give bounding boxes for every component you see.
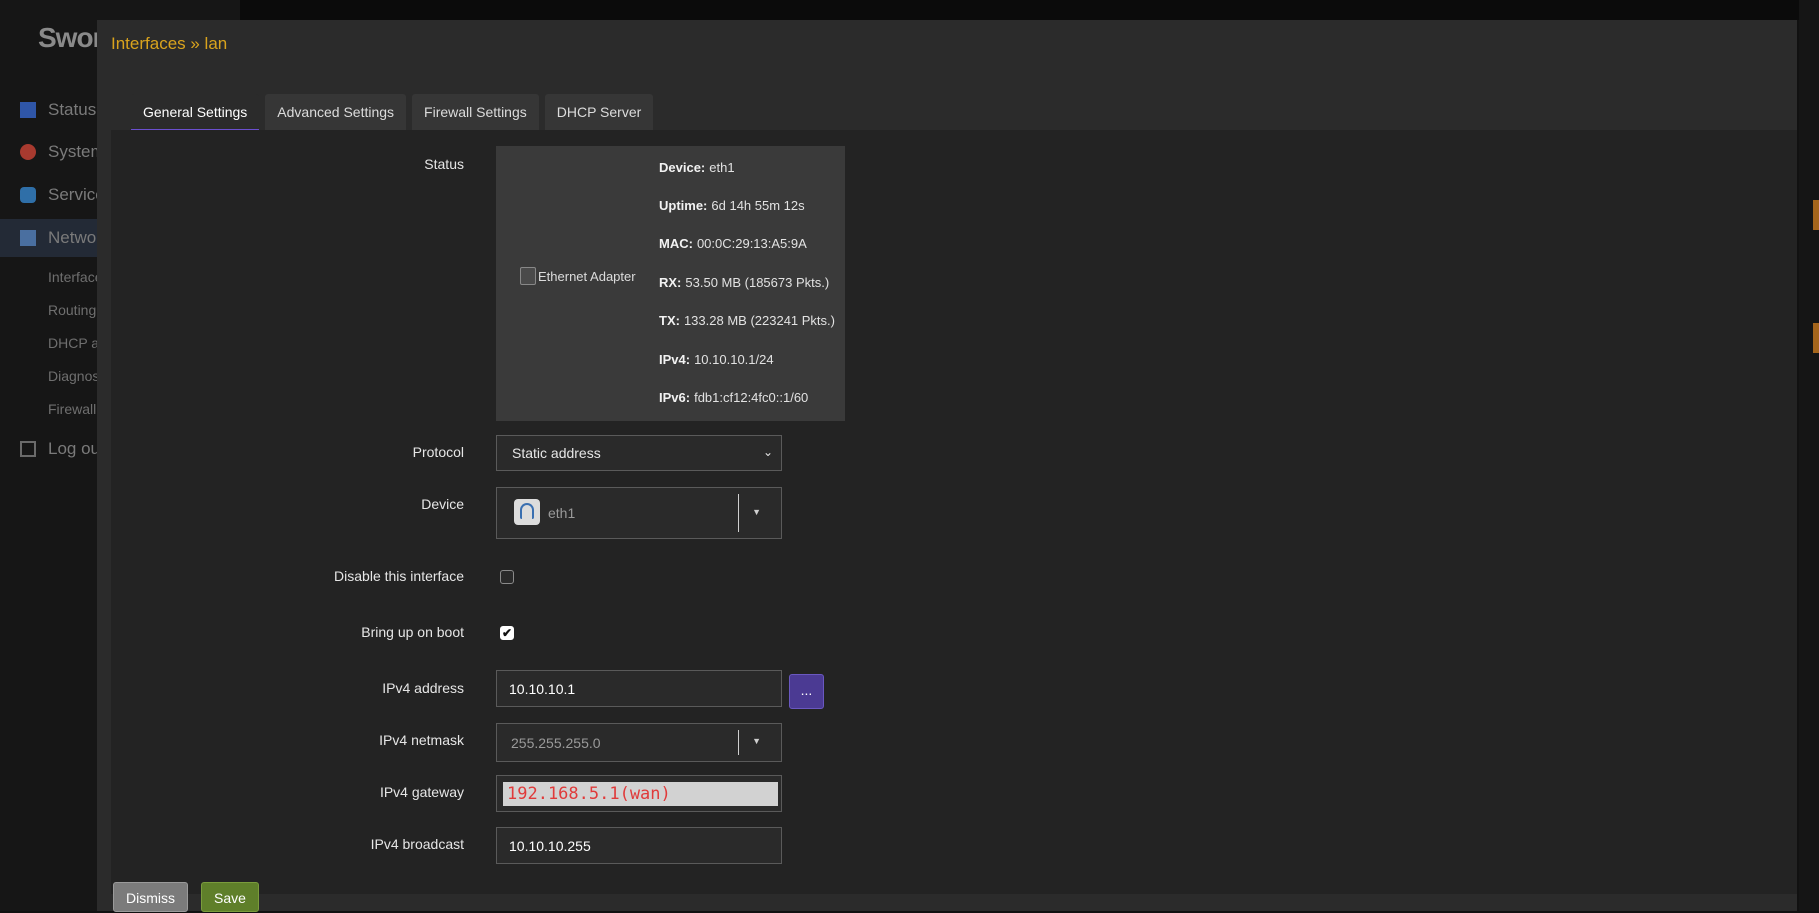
status-tx: TX: 133.28 MB (223241 Pkts.) [659, 313, 835, 328]
protocol-select[interactable]: Static address ⌄ [496, 435, 782, 471]
broken-image-icon [520, 267, 536, 285]
tab-general-settings[interactable]: General Settings [131, 94, 260, 132]
subnav-firewall[interactable]: Firewall [48, 401, 96, 417]
status-uptime: Uptime: 6d 14h 55m 12s [659, 198, 805, 213]
bring-up-on-boot-label: Bring up on boot [361, 624, 464, 640]
ipv4-gateway-label: IPv4 gateway [379, 784, 464, 800]
dashboard-icon [20, 102, 36, 118]
dismiss-button[interactable]: Dismiss [113, 882, 188, 912]
modal-title: Interfaces » lan [111, 34, 228, 53]
network-icon [20, 230, 36, 246]
dropdown-arrow-icon: ▼ [752, 736, 761, 746]
ipv4-address-more-button[interactable]: ... [789, 674, 824, 709]
subnav-dhcp[interactable]: DHCP a [48, 335, 99, 351]
disable-interface-checkbox[interactable] [500, 570, 514, 584]
logout-icon [20, 441, 36, 457]
status-mac: MAC: 00:0C:29:13:A5:9A [659, 236, 807, 251]
accent-marker [1813, 323, 1819, 353]
interface-modal: Interfaces » lan General Settings Advanc… [97, 20, 1797, 911]
background-right-edge [1799, 0, 1819, 911]
device-label: Device [421, 496, 464, 512]
chevron-down-icon: ⌄ [762, 445, 773, 459]
subnav-routing[interactable]: Routing [48, 302, 96, 318]
status-label: Status [424, 156, 464, 172]
ipv4-netmask-label: IPv4 netmask [379, 732, 464, 748]
ethernet-adapter-image: Ethernet Adapter [520, 267, 636, 285]
status-rx: RX: 53.50 MB (185673 Pkts.) [659, 275, 830, 290]
background-topbar [240, 0, 1819, 20]
gear-icon [20, 144, 36, 160]
ipv4-gateway-input[interactable]: 192.168.5.1(wan) [496, 775, 782, 812]
bring-up-on-boot-checkbox[interactable]: ✔ [500, 626, 514, 640]
tab-firewall-settings[interactable]: Firewall Settings [412, 94, 539, 130]
ipv4-gateway-value: 192.168.5.1(wan) [503, 782, 778, 806]
dropdown-arrow-icon: ▼ [752, 507, 761, 517]
status-box: Ethernet Adapter Device: eth1 Uptime: 6d 1… [496, 146, 845, 421]
device-select[interactable]: eth1 ▼ [496, 487, 782, 539]
status-ipv4: IPv4: 10.10.10.1/24 [659, 352, 774, 367]
status-ipv6: IPv6: fdb1:cf12:4fc0::1/60 [659, 390, 809, 405]
ipv4-address-input[interactable]: 10.10.10.1 [496, 670, 782, 707]
settings-panel [111, 130, 1797, 894]
tab-advanced-settings[interactable]: Advanced Settings [265, 94, 407, 130]
ipv4-broadcast-input[interactable]: 10.10.10.255 [496, 827, 782, 864]
services-icon [20, 187, 36, 203]
tab-bar: General Settings Advanced Settings Firew… [131, 94, 659, 132]
divider [738, 494, 739, 532]
ipv4-broadcast-label: IPv4 broadcast [370, 836, 464, 852]
save-button[interactable]: Save [201, 882, 259, 912]
ipv4-netmask-select[interactable]: 255.255.255.0 ▼ [496, 723, 782, 762]
logo: Swor [38, 22, 103, 53]
subnav-diagnostics[interactable]: Diagnos [48, 368, 99, 384]
tab-dhcp-server[interactable]: DHCP Server [544, 94, 654, 130]
ethernet-port-icon [514, 499, 540, 525]
divider [738, 730, 739, 755]
disable-interface-label: Disable this interface [334, 568, 464, 584]
protocol-label: Protocol [412, 444, 464, 460]
accent-marker [1813, 200, 1819, 230]
status-device: Device: eth1 [659, 160, 735, 175]
ipv4-address-label: IPv4 address [382, 680, 464, 696]
